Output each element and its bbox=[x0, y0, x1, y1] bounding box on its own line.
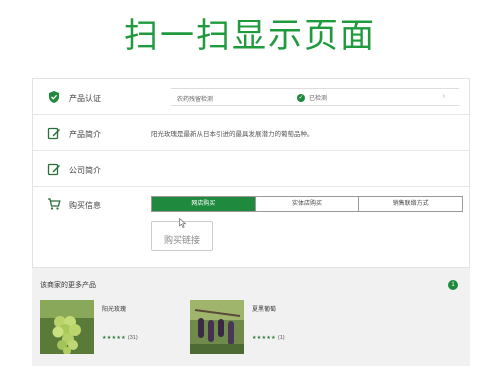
cert-name: 农药残留检测 bbox=[177, 97, 214, 103]
more-products-title: 该商家的更多产品 bbox=[40, 282, 96, 289]
buy-tabs: 网店购买 实体店购买 销售联络方式 bbox=[151, 196, 463, 212]
chevron-right-icon[interactable]: › bbox=[443, 93, 445, 100]
cert-row: 产品认证 农药残留检测 ✓ 已检测 › bbox=[33, 79, 469, 115]
buy-label: 购买信息 bbox=[69, 201, 101, 210]
tab-physical-store[interactable]: 实体店购买 bbox=[256, 197, 360, 211]
tab-online-store[interactable]: 网店购买 bbox=[152, 197, 256, 211]
product-rating: ★★★★★ (1) bbox=[252, 335, 285, 341]
grape-vine-image bbox=[190, 300, 244, 354]
company-row[interactable]: 公司简介 bbox=[33, 151, 469, 187]
cert-status-text: 已检测 bbox=[309, 96, 328, 102]
product-info-panel: 产品认证 农药残留检测 ✓ 已检测 › 产品简介 阳光玫瑰是最新从日本引进的最具… bbox=[32, 78, 470, 268]
intro-label: 产品简介 bbox=[69, 130, 101, 139]
check-circle-icon: ✓ bbox=[297, 93, 305, 102]
page-title: 扫一扫显示页面 bbox=[124, 16, 376, 56]
company-label: 公司简介 bbox=[69, 166, 101, 175]
intro-row: 产品简介 阳光玫瑰是最新从日本引进的最具发展潜力的葡萄品种。 bbox=[33, 115, 469, 151]
shield-check-icon bbox=[49, 91, 59, 103]
star-rating-icon: ★★★★★ bbox=[102, 335, 126, 341]
product-name: 阳光玫瑰 bbox=[102, 307, 127, 313]
product-rating: ★★★★★ (31) bbox=[102, 335, 138, 341]
pointer-cursor-icon bbox=[179, 218, 187, 228]
cert-item[interactable]: 农药残留检测 ✓ 已检测 › bbox=[171, 88, 459, 106]
tab-sales-contact[interactable]: 销售联络方式 bbox=[359, 197, 462, 211]
shopping-cart-icon bbox=[48, 198, 61, 210]
rating-count: (31) bbox=[127, 335, 138, 341]
product-name: 夏黑葡萄 bbox=[252, 307, 277, 313]
cert-status: ✓ 已检测 bbox=[297, 93, 327, 102]
product-card[interactable]: 夏黑葡萄 ★★★★★ (1) bbox=[190, 300, 340, 356]
product-card[interactable]: 阳光玫瑰 ★★★★★ (31) bbox=[40, 300, 190, 356]
cert-label: 产品认证 bbox=[69, 94, 101, 103]
grape-green-image bbox=[40, 300, 94, 354]
edit-icon bbox=[47, 163, 60, 176]
intro-text: 阳光玫瑰是最新从日本引进的最具发展潜力的葡萄品种。 bbox=[151, 131, 314, 138]
star-rating-icon: ★★★★★ bbox=[252, 335, 276, 341]
buy-row: 购买信息 网店购买 实体店购买 销售联络方式 购买链接 bbox=[33, 187, 469, 269]
count-badge: 1 bbox=[448, 280, 458, 290]
rating-count: (1) bbox=[277, 335, 285, 341]
more-products-section: 该商家的更多产品 1 阳光玫瑰 ★★★★★ (31) 夏黑葡萄 ★★★★★ (1… bbox=[32, 268, 470, 366]
edit-icon bbox=[47, 127, 60, 140]
